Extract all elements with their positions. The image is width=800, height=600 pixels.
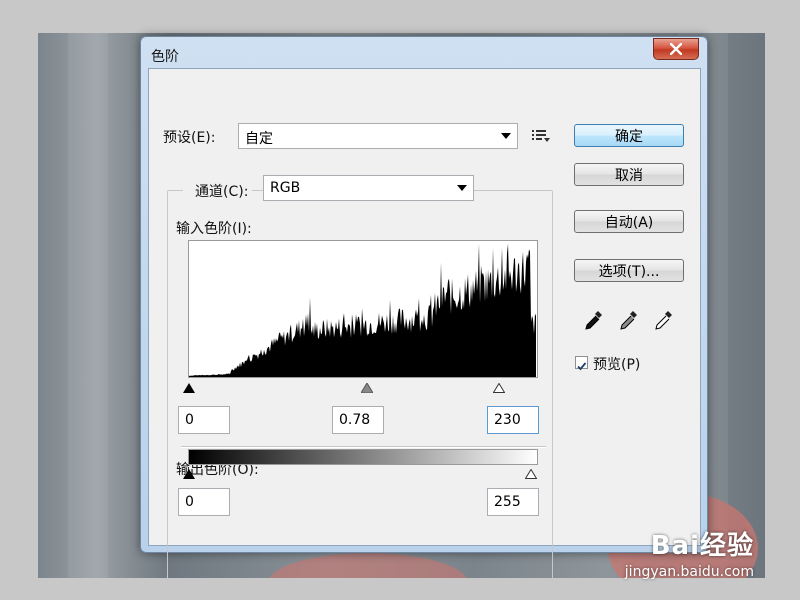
options-button[interactable]: 选项(T)...: [574, 259, 684, 282]
gray-eyedropper-icon[interactable]: [619, 309, 639, 331]
preset-dropdown[interactable]: 自定: [238, 123, 518, 149]
histogram-shape: [189, 243, 536, 377]
close-button[interactable]: [653, 38, 699, 60]
channel-dropdown[interactable]: RGB: [263, 175, 474, 201]
output-white-field[interactable]: 255: [487, 488, 539, 516]
channel-label: 通道(C):: [183, 181, 253, 201]
histogram-graph: [189, 243, 536, 377]
chevron-down-icon: [501, 133, 511, 139]
cancel-button[interactable]: 取消: [574, 163, 684, 186]
title-bar[interactable]: 色阶: [141, 37, 707, 69]
channel-value: RGB: [270, 180, 301, 196]
preview-label: 预览(P): [593, 357, 641, 373]
output-black-field[interactable]: 0: [178, 488, 230, 516]
watermark: Bai经验 jingyan.baidu.com: [625, 525, 754, 580]
input-black-slider[interactable]: [183, 383, 195, 393]
input-white-field[interactable]: 230: [487, 406, 539, 434]
input-gamma-slider[interactable]: [361, 383, 373, 393]
output-black-slider[interactable]: [183, 469, 195, 479]
preset-label: 预设(E):: [163, 130, 216, 146]
preview-checkbox[interactable]: [575, 356, 588, 371]
levels-dialog: 色阶 预设(E): 自定 通道(C): RGB 输入色阶(I): 0 0.78 …: [140, 36, 708, 587]
input-levels-label: 输入色阶(I):: [176, 221, 252, 237]
output-gradient-bar: [188, 449, 538, 465]
close-icon: [670, 43, 682, 55]
chevron-down-icon: [457, 185, 467, 191]
auto-button[interactable]: 自动(A): [574, 210, 684, 233]
dialog-body: 预设(E): 自定 通道(C): RGB 输入色阶(I): 0 0.78 230: [148, 68, 701, 587]
divider: [181, 446, 546, 448]
preset-value: 自定: [245, 131, 273, 147]
dialog-title: 色阶: [151, 49, 179, 65]
input-black-field[interactable]: 0: [178, 406, 230, 434]
watermark-brand: Bai经验: [650, 531, 754, 561]
input-gamma-field[interactable]: 0.78: [332, 406, 384, 434]
output-white-slider[interactable]: [525, 469, 537, 479]
ok-button[interactable]: 确定: [574, 124, 684, 147]
watermark-url: jingyan.baidu.com: [624, 564, 754, 580]
white-eyedropper-icon[interactable]: [654, 309, 674, 331]
input-white-slider[interactable]: [493, 383, 505, 393]
checkmark-icon: [577, 362, 587, 371]
preset-menu-icon[interactable]: [532, 129, 550, 143]
histogram: [188, 240, 538, 378]
black-eyedropper-icon[interactable]: [584, 309, 604, 331]
